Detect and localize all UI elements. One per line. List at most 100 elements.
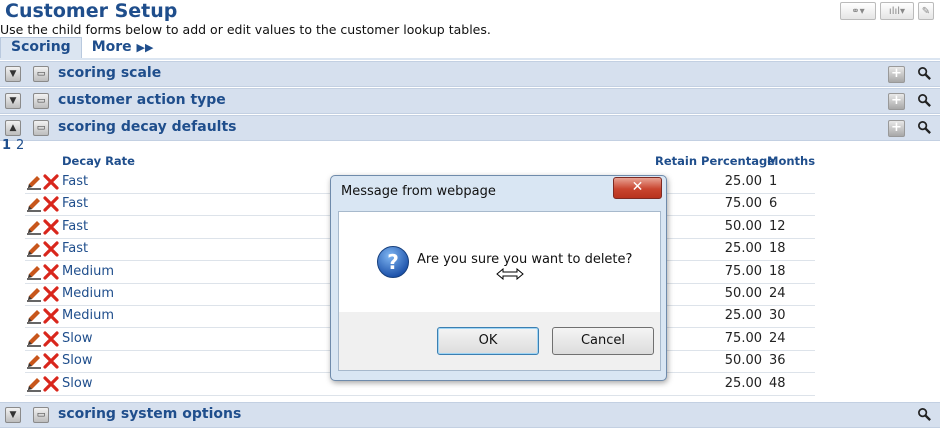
form-icon[interactable]: ▭ xyxy=(33,66,49,82)
months-cell: 12 xyxy=(769,218,786,234)
delete-x-icon[interactable] xyxy=(42,174,59,190)
magnifier-icon[interactable] xyxy=(917,407,932,422)
form-icon[interactable]: ▭ xyxy=(33,407,49,423)
months-cell: 36 xyxy=(769,353,786,369)
delete-x-icon[interactable] xyxy=(42,263,59,280)
row-actions xyxy=(26,286,59,305)
decay-rate-cell: Slow xyxy=(62,353,93,369)
decay-rate-cell: Medium xyxy=(62,263,114,279)
link-menu-icon[interactable]: ⚭▾ xyxy=(840,2,876,20)
pencil-icon[interactable] xyxy=(26,353,42,369)
magnifier-icon[interactable] xyxy=(917,120,932,135)
retain-percentage-cell: 25.00 xyxy=(724,308,762,324)
row-actions xyxy=(26,219,59,238)
page-subtitle: Use the child forms below to add or edit… xyxy=(0,22,491,37)
months-cell: 1 xyxy=(769,174,778,189)
plus-icon[interactable]: + xyxy=(888,120,905,137)
section-title[interactable]: scoring system options xyxy=(58,406,241,422)
tab-divider xyxy=(0,58,940,60)
form-icon[interactable]: ▭ xyxy=(33,93,49,109)
section-title[interactable]: scoring decay defaults xyxy=(58,119,237,135)
pencil-icon[interactable] xyxy=(26,331,42,347)
question-icon: ? xyxy=(377,246,409,278)
months-cell: 24 xyxy=(769,330,786,346)
column-header-rate[interactable]: Decay Rate xyxy=(62,154,135,168)
tab-bar: Scoring More ▶▶ xyxy=(0,37,164,58)
pencil-icon[interactable] xyxy=(26,241,42,257)
dialog-title: Message from webpage xyxy=(341,184,496,199)
delete-x-icon[interactable] xyxy=(42,353,59,369)
magnifier-icon[interactable] xyxy=(917,66,932,81)
close-button[interactable]: ✕ xyxy=(613,177,662,199)
page-title: Customer Setup xyxy=(5,0,178,22)
plus-icon[interactable]: + xyxy=(888,93,905,110)
months-cell: 18 xyxy=(769,263,786,279)
section-scoring-decay-defaults: ▲ ▭ scoring decay defaults + xyxy=(0,115,940,141)
row-actions xyxy=(26,308,59,327)
decay-rate-cell: Fast xyxy=(62,218,89,234)
row-actions xyxy=(26,331,59,350)
page-link[interactable]: 2 xyxy=(16,138,24,153)
expand-icon[interactable]: ▼ xyxy=(5,93,21,109)
delete-x-icon[interactable] xyxy=(42,331,59,347)
column-header-pct[interactable]: Retain Percentage xyxy=(655,154,775,168)
decay-rate-cell: Fast xyxy=(62,196,89,212)
months-cell: 18 xyxy=(769,241,786,257)
plus-icon[interactable]: + xyxy=(888,66,905,83)
resize-cursor-icon xyxy=(496,268,524,280)
retain-percentage-cell: 25.00 xyxy=(724,241,762,257)
delete-x-icon[interactable] xyxy=(42,375,59,392)
pencil-icon[interactable] xyxy=(26,219,42,235)
delete-x-icon[interactable] xyxy=(42,308,59,324)
row-actions xyxy=(26,174,59,193)
delete-x-icon[interactable] xyxy=(42,219,59,235)
edit-page-icon[interactable]: ✎ xyxy=(918,2,934,20)
delete-x-icon[interactable] xyxy=(42,196,59,212)
retain-percentage-cell: 75.00 xyxy=(724,196,762,212)
cancel-button[interactable]: Cancel xyxy=(552,327,654,355)
chart-menu-icon[interactable]: ılıl▾ xyxy=(880,2,914,20)
tab-more-label: More xyxy=(91,39,132,55)
pencil-icon[interactable] xyxy=(26,174,42,190)
delete-x-icon[interactable] xyxy=(42,286,59,302)
pencil-icon[interactable] xyxy=(26,264,42,280)
top-toolbar: ⚭▾ ılıl▾ ✎ xyxy=(840,2,934,20)
section-title[interactable]: scoring scale xyxy=(58,65,161,81)
decay-rate-cell: Fast xyxy=(62,174,89,189)
dialog-footer: OK Cancel xyxy=(338,312,661,371)
row-actions xyxy=(26,196,59,215)
retain-percentage-cell: 50.00 xyxy=(724,286,762,301)
page-current: 1 xyxy=(2,138,12,153)
pencil-icon[interactable] xyxy=(26,308,42,325)
pencil-icon[interactable] xyxy=(26,286,42,302)
decay-rate-cell: Medium xyxy=(62,308,114,324)
tab-scoring[interactable]: Scoring xyxy=(0,37,82,58)
delete-x-icon[interactable] xyxy=(42,241,59,257)
retain-percentage-cell: 75.00 xyxy=(724,330,762,346)
pager: 12 xyxy=(2,138,24,153)
retain-percentage-cell: 50.00 xyxy=(724,218,762,234)
form-icon[interactable]: ▭ xyxy=(33,120,49,136)
retain-percentage-cell: 25.00 xyxy=(724,375,762,391)
section-customer-action-type: ▼ ▭ customer action type + xyxy=(0,88,940,114)
pencil-icon[interactable] xyxy=(26,376,42,392)
section-scoring-scale: ▼ ▭ scoring scale + xyxy=(0,61,940,87)
row-actions xyxy=(26,263,59,283)
section-title[interactable]: customer action type xyxy=(58,92,226,108)
magnifier-icon[interactable] xyxy=(917,93,932,108)
column-header-months[interactable]: Months xyxy=(767,154,815,168)
expand-icon[interactable]: ▼ xyxy=(5,407,21,423)
tab-more[interactable]: More ▶▶ xyxy=(82,38,164,58)
retain-percentage-cell: 25.00 xyxy=(724,174,762,189)
double-chevron-right-icon: ▶▶ xyxy=(136,41,154,54)
expand-icon[interactable]: ▼ xyxy=(5,66,21,82)
svg-text:?: ? xyxy=(387,250,399,274)
dialog-message: Are you sure you want to delete? xyxy=(417,252,633,267)
collapse-icon[interactable]: ▲ xyxy=(5,120,21,136)
pencil-icon[interactable] xyxy=(26,196,42,213)
row-actions xyxy=(26,375,59,395)
ok-button[interactable]: OK xyxy=(437,327,539,355)
retain-percentage-cell: 50.00 xyxy=(724,353,762,369)
retain-percentage-cell: 75.00 xyxy=(724,263,762,279)
row-actions xyxy=(26,353,59,372)
